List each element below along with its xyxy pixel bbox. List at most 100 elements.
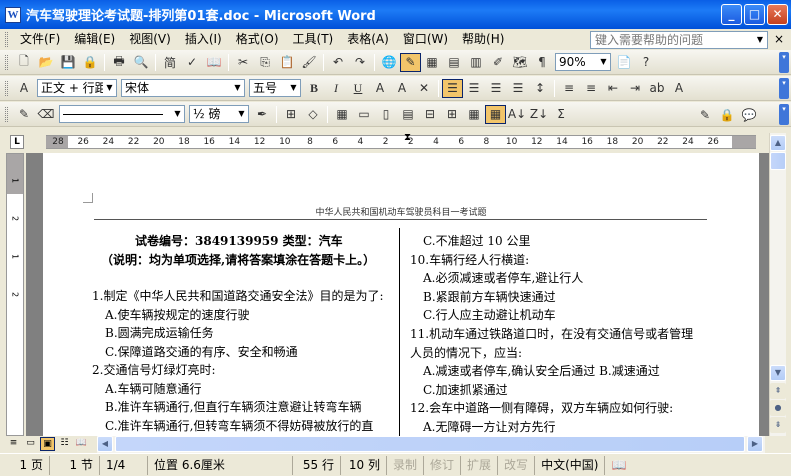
tables-borders-icon[interactable]: ✎ [400,52,421,72]
horizontal-ruler[interactable]: 28 26 24 22 20 18 16 14 12 10 8 6 4 2 2 4 6 8 10 12 14 16 18 20… [46,133,756,149]
open-folder-icon[interactable]: 📂 [35,52,57,73]
menu-help[interactable]: 帮助(H) [455,30,511,49]
hyperlink-icon[interactable]: 🌐 [378,52,400,73]
menu-tools[interactable]: 工具(T) [286,30,341,49]
toolbar-grip[interactable] [5,54,8,70]
menu-table[interactable]: 表格(A) [340,30,396,49]
insert-excel-icon[interactable]: ▤ [443,52,465,73]
permission-icon[interactable]: 🔒 [79,52,101,73]
maximize-button[interactable]: □ [744,4,765,25]
indent-marker[interactable]: ⧗ [404,133,411,143]
horizontal-scrollbar[interactable]: ◀ ▶ [97,436,765,453]
status-lang[interactable]: 中文(中国) [535,455,606,475]
merge-cells-icon[interactable]: ▭ [353,104,375,125]
highlight-icon[interactable]: ab [646,78,668,99]
save-icon[interactable]: 💾 [57,52,79,73]
increase-indent-icon[interactable]: ⇥ [624,78,646,99]
outline-view-icon[interactable]: ☷ [57,437,72,451]
close-button[interactable]: ✕ [767,4,788,25]
line-spacing-icon[interactable]: ↕ [529,78,551,99]
chevron-down-icon[interactable]: ▼ [171,106,184,122]
drawing-icon[interactable]: ✐ [487,52,509,73]
close-document-icon[interactable]: × [772,31,786,47]
align-right-icon[interactable]: ☰ [485,78,507,99]
menu-insert[interactable]: 插入(I) [178,30,229,49]
font-color-icon[interactable]: A [668,78,690,99]
reading-view-icon[interactable]: 📖 [74,437,89,451]
align-center-icon[interactable]: ☰ [463,78,485,99]
char-shading-icon[interactable]: A [391,78,413,99]
align-left-icon[interactable]: ☰ [442,78,463,98]
menu-format[interactable]: 格式(O) [229,30,286,49]
word-app-icon[interactable]: W [5,6,21,23]
menu-view[interactable]: 视图(V) [122,30,178,49]
outside-border-icon[interactable]: ⊞ [280,104,302,125]
sort-descending-icon[interactable]: Z↓ [528,104,550,125]
zoom-select[interactable]: 90% ▼ [555,53,611,71]
draw-table-icon[interactable]: ✎ [13,104,35,125]
bullets-icon[interactable]: ≡ [580,78,602,99]
help-search-input[interactable]: 键入需要帮助的问题 ▼ [590,31,768,49]
scroll-up-button[interactable]: ▲ [770,135,786,151]
font-select[interactable]: 宋体 ▼ [121,79,245,97]
chevron-down-icon[interactable]: ▼ [597,54,610,70]
comment-icon[interactable]: 💬 [738,104,760,125]
align-cell-icon[interactable]: ▤ [397,104,419,125]
spelling-icon[interactable]: ✓ [181,52,203,73]
autosum-icon[interactable]: Σ [550,104,572,125]
menu-grip[interactable] [5,32,8,47]
style-select[interactable]: 正文 + 行距 ▼ [37,79,117,97]
bold-button[interactable]: B [303,78,325,99]
line-weight-select[interactable]: ½ 磅 ▼ [189,105,249,123]
split-cells-icon[interactable]: ▯ [375,104,397,125]
chevron-down-icon[interactable]: ▼ [103,80,116,96]
print-icon[interactable]: 🖶 [108,52,130,73]
underline-button[interactable]: U [347,78,369,99]
new-document-icon[interactable]: 🗋 [13,52,35,73]
chevron-down-icon[interactable]: ▼ [753,32,767,48]
status-ext[interactable]: 扩展 [461,455,499,475]
research-icon[interactable]: 简 [159,52,181,73]
status-trk[interactable]: 修订 [424,455,462,475]
show-hide-icon[interactable]: ¶ [531,52,553,73]
toolbar-options-icon[interactable]: ▾ [779,78,789,99]
show-gridlines-icon[interactable]: ▦ [485,104,506,124]
vertical-scrollbar[interactable]: ▲ ▼ ⇞ ● ⇟ [769,133,786,436]
toolbar-grip[interactable] [5,106,8,122]
scroll-left-button[interactable]: ◀ [97,436,113,452]
paste-icon[interactable]: 📋 [276,52,298,73]
next-page-button[interactable]: ⇟ [770,417,786,433]
minimize-button[interactable]: _ [721,4,742,25]
print-view-icon[interactable]: ▣ [40,437,55,451]
columns-icon[interactable]: ▥ [465,52,487,73]
document-page[interactable]: 中华人民共和国机动车驾驶员科目一考试题 试卷编号：3849139959 类型：汽… [43,153,759,436]
document-map-icon[interactable]: 🗺 [509,52,531,73]
tab-stop-selector[interactable]: L [10,135,24,149]
italic-button[interactable]: I [325,78,347,99]
chevron-down-icon[interactable]: ▼ [235,106,248,122]
numbering-icon[interactable]: ≡ [558,78,580,99]
menu-file[interactable]: 文件(F) [13,30,67,49]
read-mode-icon[interactable]: 📄 [613,52,635,73]
status-rec[interactable]: 录制 [387,455,425,475]
undo-icon[interactable]: ↶ [327,52,349,73]
redo-icon[interactable]: ↷ [349,52,371,73]
chevron-down-icon[interactable]: ▼ [287,80,300,96]
vertical-ruler[interactable]: 1 2 1 2 [6,153,24,436]
document-area[interactable]: 中华人民共和国机动车驾驶员科目一考试题 试卷编号：3849139959 类型：汽… [26,153,769,436]
hscroll-thumb[interactable] [115,436,745,452]
distribute-cols-icon[interactable]: ⊞ [441,104,463,125]
protect-icon[interactable]: 🔒 [716,104,738,125]
select-browse-object-button[interactable]: ● [770,400,786,416]
font-size-select[interactable]: 五号 ▼ [249,79,301,97]
autoformat-icon[interactable]: ▦ [463,104,485,125]
scroll-down-button[interactable]: ▼ [770,365,786,381]
copy-icon[interactable]: ⎘ [254,52,276,73]
sort-ascending-icon[interactable]: A↓ [506,104,528,125]
research-book-icon[interactable]: 📖 [203,52,225,73]
format-painter-icon[interactable]: 🖌 [298,52,320,73]
insert-table-icon[interactable]: ▦ [331,104,353,125]
line-style-select[interactable]: ▼ [59,105,185,123]
print-preview-icon[interactable]: 🔍 [130,52,152,73]
cut-icon[interactable]: ✂ [232,52,254,73]
